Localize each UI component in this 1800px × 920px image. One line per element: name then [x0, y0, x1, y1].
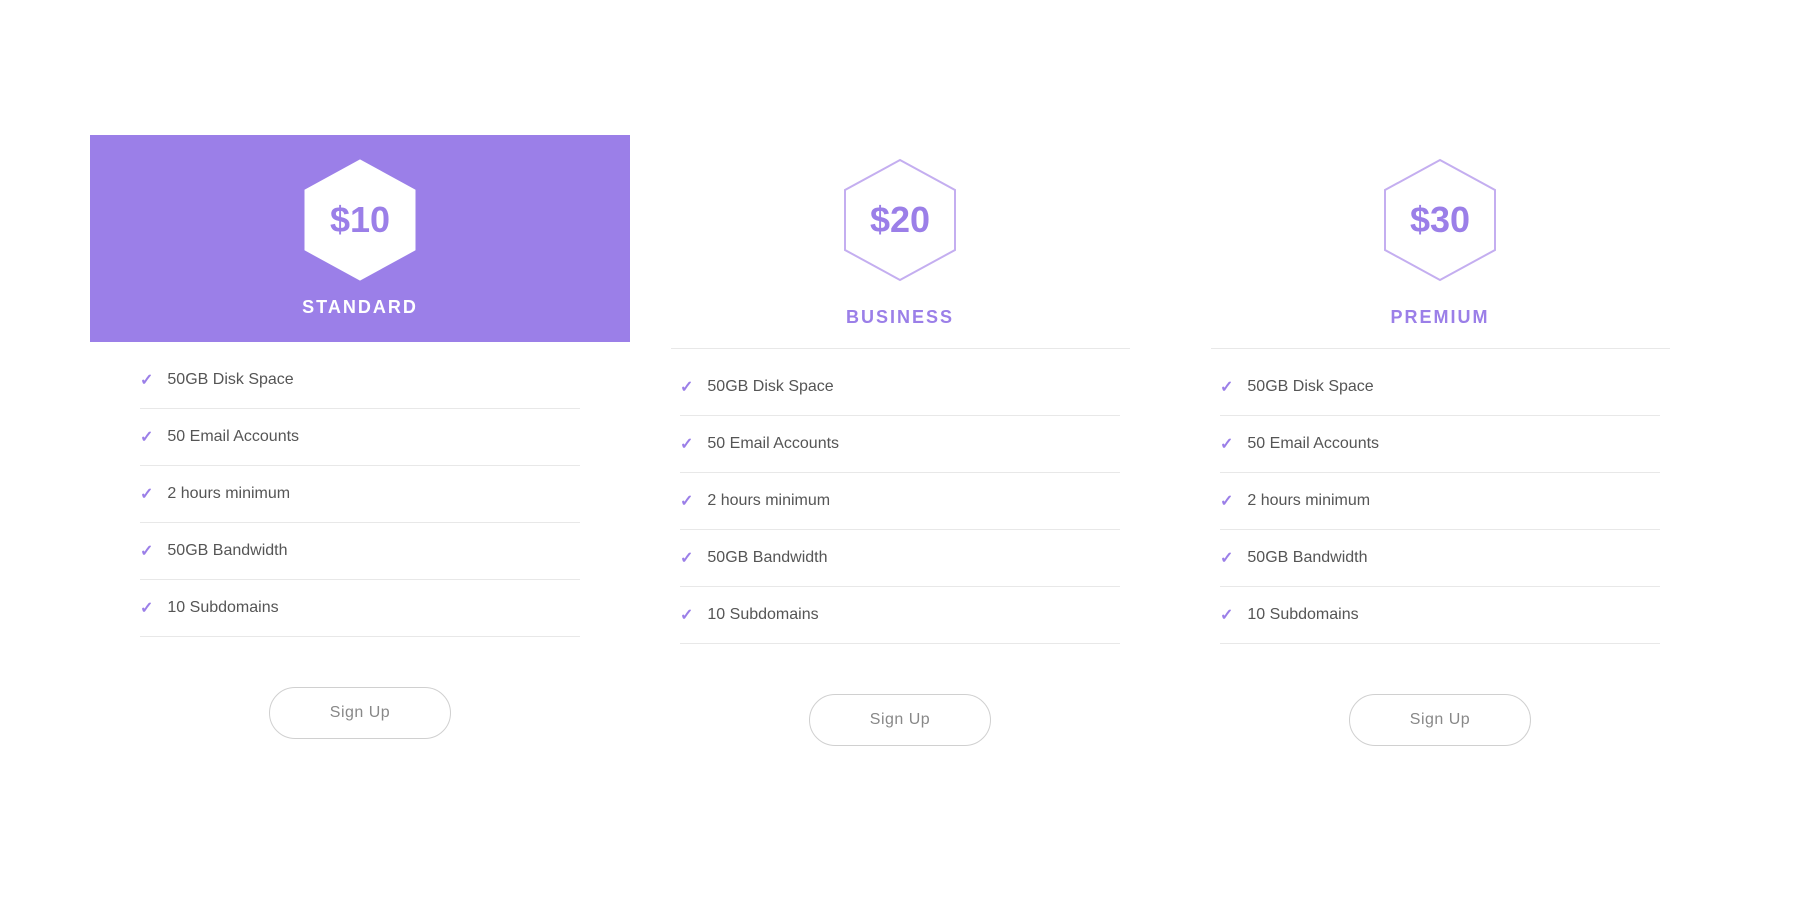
check-icon: ✓	[140, 541, 153, 561]
check-icon: ✓	[140, 427, 153, 447]
premium-header: $30 PREMIUM	[1170, 135, 1710, 348]
signup-button-premium[interactable]: Sign Up	[1349, 694, 1531, 746]
feature-item: ✓ 50GB Disk Space	[680, 359, 1120, 416]
plan-name-standard: STANDARD	[302, 297, 418, 318]
check-icon: ✓	[140, 370, 153, 390]
check-icon: ✓	[1220, 491, 1233, 511]
feature-text: 50 Email Accounts	[1247, 435, 1379, 453]
pricing-container: $10 STANDARD ✓ 50GB Disk Space ✓ 50 Emai…	[50, 75, 1750, 846]
check-icon: ✓	[140, 484, 153, 504]
check-icon: ✓	[1220, 377, 1233, 397]
feature-text: 50GB Disk Space	[167, 371, 293, 389]
feature-text: 10 Subdomains	[167, 599, 278, 617]
price-value-premium: $30	[1410, 199, 1470, 241]
feature-item: ✓ 10 Subdomains	[140, 580, 580, 637]
price-hex-business: $20	[835, 155, 965, 285]
feature-text: 50GB Bandwidth	[707, 549, 827, 567]
check-icon: ✓	[680, 434, 693, 454]
feature-item: ✓ 2 hours minimum	[1220, 473, 1660, 530]
price-value-business: $20	[870, 199, 930, 241]
feature-item: ✓ 50GB Bandwidth	[680, 530, 1120, 587]
check-icon: ✓	[1220, 548, 1233, 568]
feature-item: ✓ 50GB Disk Space	[140, 352, 580, 409]
feature-item: ✓ 2 hours minimum	[680, 473, 1120, 530]
feature-text: 2 hours minimum	[707, 492, 830, 510]
feature-item: ✓ 50GB Disk Space	[1220, 359, 1660, 416]
active-header-bg: $10 STANDARD	[90, 135, 630, 342]
price-hex-premium: $30	[1375, 155, 1505, 285]
signup-button-standard[interactable]: Sign Up	[269, 687, 451, 739]
signup-button-business[interactable]: Sign Up	[809, 694, 991, 746]
feature-text: 50GB Bandwidth	[167, 542, 287, 560]
feature-item: ✓ 10 Subdomains	[1220, 587, 1660, 644]
feature-item: ✓ 50 Email Accounts	[680, 416, 1120, 473]
feature-text: 50 Email Accounts	[707, 435, 839, 453]
features-list-standard: ✓ 50GB Disk Space ✓ 50 Email Accounts ✓ …	[90, 342, 630, 647]
plan-card-premium: $30 PREMIUM ✓ 50GB Disk Space ✓ 50 Email…	[1170, 135, 1710, 786]
plan-card-business: $20 BUSINESS ✓ 50GB Disk Space ✓ 50 Emai…	[630, 135, 1170, 786]
feature-item: ✓ 50 Email Accounts	[1220, 416, 1660, 473]
feature-text: 2 hours minimum	[167, 485, 290, 503]
check-icon: ✓	[1220, 434, 1233, 454]
check-icon: ✓	[680, 548, 693, 568]
features-list-premium: ✓ 50GB Disk Space ✓ 50 Email Accounts ✓ …	[1170, 349, 1710, 654]
plan-name-business: BUSINESS	[846, 307, 954, 328]
feature-item: ✓ 2 hours minimum	[140, 466, 580, 523]
feature-text: 10 Subdomains	[707, 606, 818, 624]
feature-text: 50GB Disk Space	[1247, 378, 1373, 396]
feature-item: ✓ 50GB Bandwidth	[1220, 530, 1660, 587]
feature-item: ✓ 10 Subdomains	[680, 587, 1120, 644]
check-icon: ✓	[1220, 605, 1233, 625]
business-header: $20 BUSINESS	[630, 135, 1170, 348]
price-value-standard: $10	[330, 199, 390, 241]
plan-card-standard: $10 STANDARD ✓ 50GB Disk Space ✓ 50 Emai…	[90, 135, 630, 779]
feature-text: 50 Email Accounts	[167, 428, 299, 446]
check-icon: ✓	[680, 377, 693, 397]
feature-text: 50GB Disk Space	[707, 378, 833, 396]
feature-item: ✓ 50GB Bandwidth	[140, 523, 580, 580]
check-icon: ✓	[140, 598, 153, 618]
feature-text: 2 hours minimum	[1247, 492, 1370, 510]
plan-name-premium: PREMIUM	[1391, 307, 1490, 328]
price-hex-standard: $10	[295, 155, 425, 285]
feature-text: 50GB Bandwidth	[1247, 549, 1367, 567]
features-list-business: ✓ 50GB Disk Space ✓ 50 Email Accounts ✓ …	[630, 349, 1170, 654]
feature-text: 10 Subdomains	[1247, 606, 1358, 624]
check-icon: ✓	[680, 491, 693, 511]
feature-item: ✓ 50 Email Accounts	[140, 409, 580, 466]
check-icon: ✓	[680, 605, 693, 625]
